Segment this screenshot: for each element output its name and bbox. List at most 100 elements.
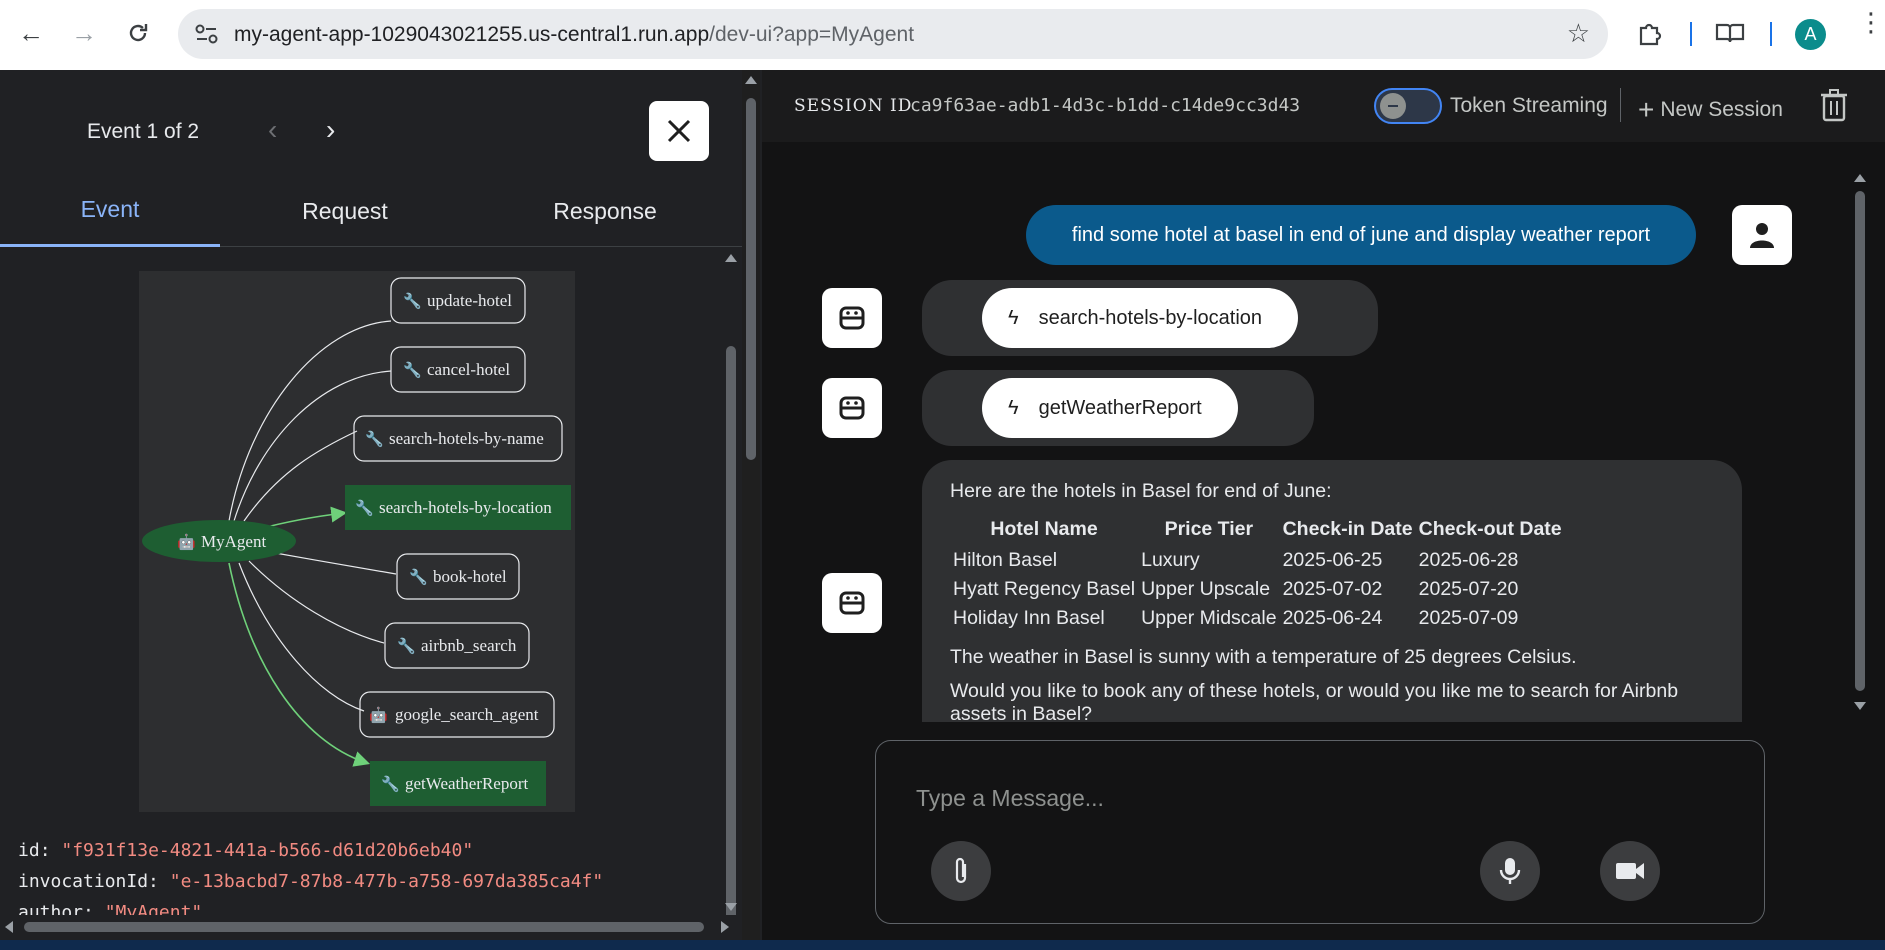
reload-icon[interactable] (120, 15, 156, 51)
table-cell: 2025-07-02 (1282, 578, 1383, 600)
taskbar-edge (0, 940, 1885, 950)
wrench-icon: 🔧 (365, 429, 384, 448)
wrench-icon: 🔧 (403, 360, 422, 379)
profile-avatar[interactable]: A (1795, 19, 1826, 50)
back-arrow-icon[interactable]: ← (13, 15, 49, 51)
panel-scrollbar-thumb[interactable] (746, 98, 756, 460)
table-cell: Holiday Inn Basel (953, 607, 1105, 629)
table-cell: 2025-06-28 (1418, 549, 1519, 571)
horizontal-scrollbar-thumb[interactable] (24, 922, 704, 932)
tool-call-chip-get-weather-report[interactable]: ϟ getWeatherReport (982, 378, 1238, 438)
bot-icon (839, 396, 865, 420)
event-scrollbar[interactable] (720, 250, 742, 920)
json-invocation-line: invocationId: "e-13bacbd7-87b8-477b-a758… (18, 871, 604, 892)
prev-event-chevron-icon[interactable]: ‹ (268, 114, 277, 146)
table-cell: Luxury (1141, 549, 1200, 571)
table-row: Hilton Basel Luxury 2025-06-25 2025-06-2… (950, 546, 1565, 575)
graph-node-update-hotel[interactable]: 🔧 update-hotel (390, 277, 526, 324)
json-value: "MyAgent" (104, 902, 203, 915)
wrench-icon: 🔧 (381, 774, 400, 793)
panel-scrollbar[interactable] (742, 70, 760, 940)
graph-node-search-hotels-by-name[interactable]: 🔧 search-hotels-by-name (353, 415, 563, 462)
chat-scrollbar-thumb[interactable] (1855, 191, 1865, 691)
event-scrollbar-thumb[interactable] (726, 346, 736, 920)
bot-avatar (822, 378, 882, 438)
new-session-button[interactable]: + New Session (1638, 94, 1783, 126)
tool-call-bubble: ϟ getWeatherReport (922, 370, 1314, 446)
graph-root-label: MyAgent (201, 532, 266, 551)
extensions-icon[interactable] (1632, 15, 1668, 51)
graph-node-google-search-agent[interactable]: 🤖 google_search_agent (359, 691, 555, 738)
session-bar: SESSION ID ca9f63ae-adb1-4d3c-b1dd-c14de… (762, 70, 1885, 142)
plus-icon: + (1638, 94, 1655, 125)
session-id-label: SESSION ID (794, 96, 913, 116)
next-event-chevron-icon[interactable]: › (326, 114, 335, 146)
edge-search-hotels-by-name (243, 430, 358, 522)
json-key: invocationId (18, 871, 149, 892)
tab-response[interactable]: Response (500, 175, 710, 247)
horizontal-scrollbar[interactable] (0, 915, 742, 940)
graph-node-book-hotel[interactable]: 🔧 book-hotel (396, 553, 520, 600)
session-id-value: ca9f63ae-adb1-4d3c-b1dd-c14de9cc3d43 (910, 95, 1301, 116)
delete-session-button[interactable] (1819, 88, 1849, 122)
graph-node-label: getWeatherReport (405, 774, 529, 793)
video-camera-icon (1616, 863, 1644, 879)
microphone-icon (1499, 858, 1521, 884)
tab-event[interactable]: Event (0, 175, 220, 247)
new-session-label: New Session (1660, 98, 1783, 121)
table-cell: Hilton Basel (953, 549, 1058, 571)
json-id-line: id: "f931f13e-4821-441a-b566-d61d20b6eb4… (18, 840, 474, 861)
graph-node-label: airbnb_search (421, 636, 517, 655)
token-streaming-label: Token Streaming (1450, 94, 1608, 117)
user-message: find some hotel at basel in end of june … (1026, 205, 1696, 265)
microphone-button[interactable] (1480, 841, 1540, 901)
video-button[interactable] (1600, 841, 1660, 901)
event-counter: Event 1 of 2 (87, 120, 200, 143)
graph-node-cancel-hotel[interactable]: 🔧 cancel-hotel (390, 346, 526, 393)
url-host: my-agent-app-1029043021255.us-central1.r… (234, 23, 710, 46)
agent-graph-svg: 🤖 MyAgent 🔧 update-hotel 🔧 cancel-hotel … (142, 277, 571, 806)
attach-button[interactable] (931, 841, 991, 901)
address-bar[interactable]: my-agent-app-1029043021255.us-central1.r… (178, 9, 1608, 59)
graph-node-airbnb-search[interactable]: 🔧 airbnb_search (384, 622, 530, 669)
table-cell: 2025-06-24 (1282, 607, 1383, 629)
token-streaming-toggle[interactable] (1374, 88, 1442, 124)
table-header-row: Hotel Name Price Tier Check-in Date Chec… (950, 516, 1565, 546)
tool-call-chip-search-hotels-by-location[interactable]: ϟ search-hotels-by-location (982, 288, 1299, 348)
tab-request[interactable]: Request (240, 175, 450, 247)
graph-node-label: update-hotel (427, 291, 512, 310)
graph-node-label: google_search_agent (395, 705, 539, 724)
table-row: Holiday Inn Basel Upper Midscale 2025-06… (950, 604, 1565, 633)
bookmark-star-icon[interactable]: ☆ (1567, 18, 1590, 49)
forward-arrow-icon[interactable]: → (66, 15, 102, 51)
person-icon (1750, 223, 1774, 248)
agent-graph: 🤖 MyAgent 🔧 update-hotel 🔧 cancel-hotel … (139, 271, 575, 812)
chat-panel: SESSION ID ca9f63ae-adb1-4d3c-b1dd-c14de… (762, 70, 1885, 940)
toolbar-separator (1770, 22, 1772, 46)
bot-icon (839, 591, 865, 615)
json-author-line: author: "MyAgent" (18, 902, 202, 915)
user-avatar (1732, 205, 1792, 265)
table-cell: 2025-06-25 (1282, 549, 1383, 571)
tool-call-bubble: ϟ search-hotels-by-location (922, 280, 1378, 356)
table-header: Price Tier (1164, 518, 1254, 540)
bot-icon (839, 306, 865, 330)
message-input[interactable]: Type a Message... (875, 740, 1765, 924)
bolt-icon: ϟ (1008, 306, 1019, 329)
table-header: Check-in Date (1282, 518, 1413, 540)
toggle-knob (1380, 93, 1406, 119)
graph-node-get-weather-report[interactable]: 🔧 getWeatherReport (370, 761, 546, 806)
table-cell: Hyatt Regency Basel (953, 578, 1136, 600)
json-key: author (18, 902, 84, 915)
chat-scrollbar[interactable] (1849, 165, 1871, 725)
graph-node-label: search-hotels-by-name (389, 429, 544, 448)
event-panel: Event 1 of 2 ‹ › Event Request Response (0, 70, 742, 940)
site-settings-icon[interactable] (194, 22, 220, 46)
event-tabs: Event Request Response (0, 175, 742, 247)
response-question: Would you like to book any of these hote… (950, 680, 1679, 722)
browser-menu-icon[interactable]: ⋮ (1858, 9, 1884, 35)
browser-toolbar: ← → my-agent-app-1029043021255.us-centra… (0, 0, 1885, 70)
reading-mode-icon[interactable] (1712, 15, 1748, 51)
close-panel-button[interactable] (649, 101, 709, 161)
graph-node-search-hotels-by-location[interactable]: 🔧 search-hotels-by-location (345, 485, 571, 530)
